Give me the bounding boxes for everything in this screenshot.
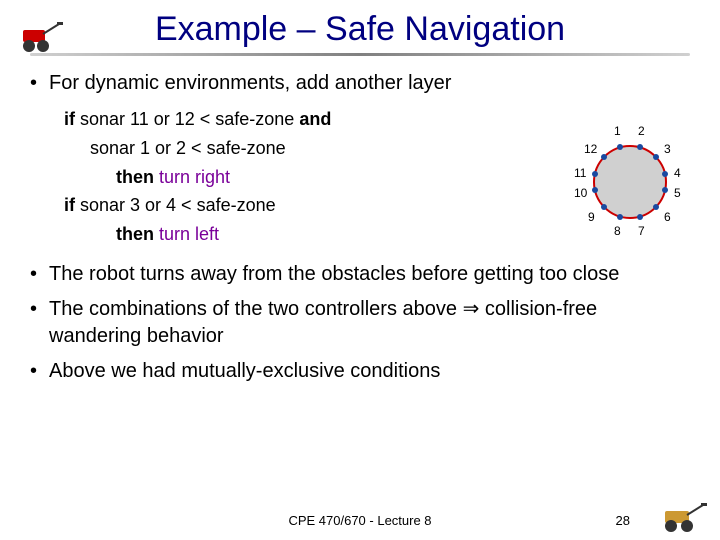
sensor-8: 8 bbox=[614, 224, 621, 238]
action-2: turn left bbox=[154, 224, 219, 244]
sensor-4: 4 bbox=[674, 166, 681, 180]
sensor-12: 12 bbox=[584, 142, 597, 156]
bullet-4: Above we had mutually-exclusive conditio… bbox=[49, 358, 690, 385]
bullet-marker: • bbox=[30, 296, 37, 350]
sensor-3: 3 bbox=[664, 142, 671, 156]
kw-then: then bbox=[116, 167, 154, 187]
bullet-marker: • bbox=[30, 261, 37, 288]
bullet-3: The combinations of the two controllers … bbox=[49, 296, 690, 350]
bullet-2: The robot turns away from the obstacles … bbox=[49, 261, 690, 288]
kw-if: if bbox=[64, 195, 75, 215]
sensor-2: 2 bbox=[638, 124, 645, 138]
kw-and: and bbox=[299, 109, 331, 129]
sonar-diagram: 1 2 3 4 5 6 7 8 9 10 11 12 bbox=[570, 122, 690, 242]
sensor-6: 6 bbox=[664, 210, 671, 224]
mower-icon-corner bbox=[655, 499, 710, 534]
mower-icon bbox=[15, 20, 65, 55]
cond-1: sonar 11 or 12 < safe-zone bbox=[75, 109, 299, 129]
bullet-1: For dynamic environments, add another la… bbox=[49, 70, 690, 97]
sensor-7: 7 bbox=[638, 224, 645, 238]
footer: CPE 470/670 - Lecture 8 bbox=[0, 513, 720, 528]
cond-3: sonar 3 or 4 < safe-zone bbox=[75, 195, 276, 215]
sensor-5: 5 bbox=[674, 186, 681, 200]
bullet-marker: • bbox=[30, 70, 37, 97]
sensor-1: 1 bbox=[614, 124, 621, 138]
sensor-10: 10 bbox=[574, 186, 587, 200]
page-number: 28 bbox=[616, 513, 630, 528]
slide-title: Example – Safe Navigation bbox=[155, 10, 565, 49]
title-divider bbox=[30, 53, 690, 56]
kw-then: then bbox=[116, 224, 154, 244]
sensor-9: 9 bbox=[588, 210, 595, 224]
bullet-marker: • bbox=[30, 358, 37, 385]
sensor-11: 11 bbox=[574, 166, 586, 180]
action-1: turn right bbox=[154, 167, 230, 187]
kw-if: if bbox=[64, 109, 75, 129]
